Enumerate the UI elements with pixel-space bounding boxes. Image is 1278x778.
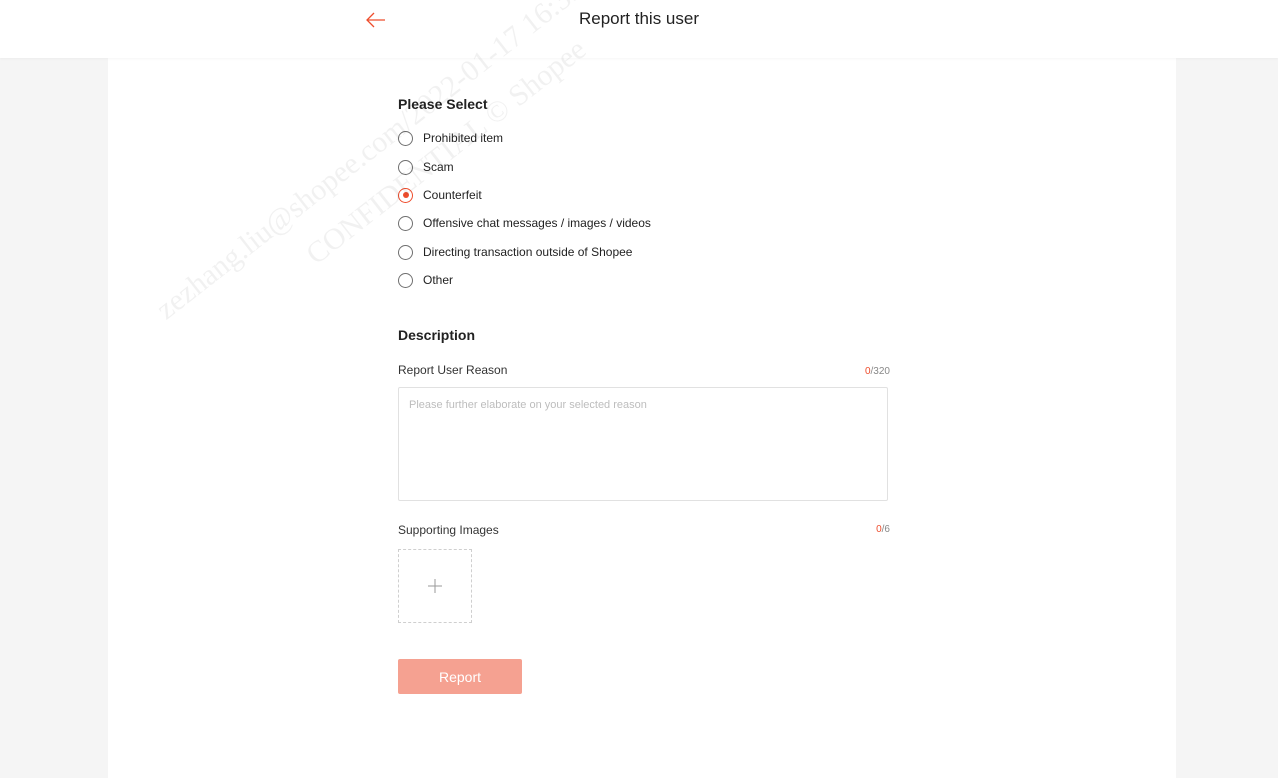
radio-option-offensive-chat[interactable]: Offensive chat messages / images / video… bbox=[398, 213, 651, 233]
report-button[interactable]: Report bbox=[398, 659, 522, 694]
radio-label: Offensive chat messages / images / video… bbox=[423, 216, 651, 230]
report-reason-label: Report User Reason bbox=[398, 363, 508, 377]
radio-option-counterfeit[interactable]: Counterfeit bbox=[398, 185, 482, 205]
top-bar: Report this user bbox=[0, 0, 1278, 58]
radio-button[interactable] bbox=[398, 130, 413, 146]
radio-label: Counterfeit bbox=[423, 188, 482, 202]
radio-label: Prohibited item bbox=[423, 131, 504, 145]
page-title: Report this user bbox=[579, 9, 699, 28]
supporting-images-label: Supporting Images bbox=[398, 523, 499, 537]
radio-option-directing-transaction[interactable]: Directing transaction outside of Shopee bbox=[398, 242, 632, 262]
radio-option-other[interactable]: Other bbox=[398, 270, 453, 290]
reason-char-max: /320 bbox=[870, 366, 890, 377]
report-reason-textarea[interactable] bbox=[398, 387, 888, 501]
radio-button[interactable] bbox=[398, 244, 413, 260]
report-form-panel: Please Select Prohibited item Scam Count… bbox=[108, 58, 1176, 778]
reason-char-counter: 0/320 bbox=[865, 366, 890, 377]
radio-button[interactable] bbox=[398, 159, 413, 175]
add-image-button[interactable] bbox=[398, 549, 472, 623]
radio-option-prohibited-item[interactable]: Prohibited item bbox=[398, 128, 503, 148]
radio-button-selected[interactable] bbox=[398, 187, 413, 203]
select-section-title: Please Select bbox=[398, 96, 488, 112]
radio-label: Directing transaction outside of Shopee bbox=[423, 245, 633, 259]
images-max: /6 bbox=[881, 524, 890, 535]
radio-label: Scam bbox=[423, 160, 454, 174]
radio-option-scam[interactable]: Scam bbox=[398, 157, 454, 177]
radio-label: Other bbox=[423, 273, 454, 287]
plus-icon bbox=[428, 579, 442, 593]
description-section-title: Description bbox=[398, 327, 476, 343]
radio-button[interactable] bbox=[398, 272, 413, 288]
images-counter: 0/6 bbox=[876, 524, 890, 535]
radio-button[interactable] bbox=[398, 215, 413, 231]
